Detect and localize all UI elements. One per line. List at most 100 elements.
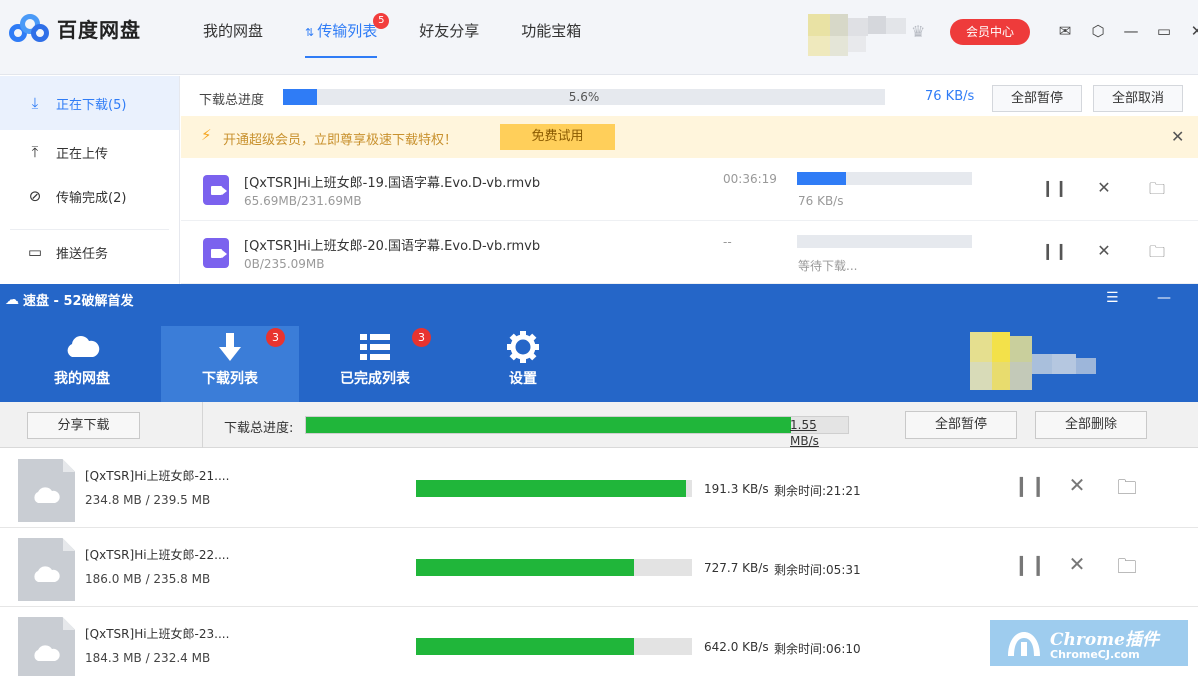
sidebar-divider (10, 218, 169, 230)
total-progress-track: 5.6% (283, 89, 885, 105)
folder-icon[interactable]: 🗀 (1114, 552, 1140, 586)
mail-icon[interactable]: ✉ (1052, 20, 1078, 42)
user-avatar-blurred[interactable] (970, 332, 1098, 390)
file-status: 等待下载... (798, 259, 858, 273)
cancel-icon[interactable]: ✕ (1094, 178, 1114, 197)
total-speed: 76 KB/s (925, 89, 975, 104)
pause-icon[interactable]: ❙❙ (1041, 241, 1068, 260)
minimize-icon[interactable]: — (1157, 290, 1171, 306)
baidu-window: 百度网盘 我的网盘 ⇅传输列表 5 好友分享 功能宝箱 ♛ 会员中心 ✉ ⬡ (0, 0, 1198, 284)
sidebar-item-downloading[interactable]: ⤓ 正在下载(5) (0, 76, 179, 130)
file-progress-fill (416, 480, 687, 497)
file-size: 186.0 MB / 235.8 MB (85, 572, 211, 586)
baidu-download-panel: 下载总进度 5.6% 76 KB/s 全部暂停 全部取消 ⚡ 开通超级会员，立即… (181, 76, 1198, 284)
baidu-nav: 我的网盘 ⇅ 传输列表 5 好友分享 功能宝箱 (203, 0, 623, 62)
cancel-icon[interactable]: ✕ (1064, 473, 1090, 497)
cloud-outline-icon: ☁ (5, 291, 19, 308)
pause-icon[interactable]: ❙❙ (1013, 473, 1047, 497)
tab-download-list[interactable]: 下载列表 3 (161, 326, 299, 402)
file-speed: 642.0 KB/s (704, 640, 769, 654)
delete-all-button[interactable]: 全部删除 (1035, 411, 1147, 439)
cancel-all-button[interactable]: 全部取消 (1093, 85, 1183, 112)
remaining-time: 剩余时间:21:21 (774, 484, 861, 498)
vip-crown-icon: ♛ (911, 22, 926, 41)
chromecj-watermark: Chrome插件 ChromeCJ.com (990, 620, 1188, 666)
file-speed: 191.3 KB/s (704, 482, 769, 496)
download-row[interactable]: [QxTSR]Hi上班女郎-20.国语字幕.Evo.D-vb.rmvb 0B/2… (181, 221, 1198, 284)
vip-center-button[interactable]: 会员中心 (950, 19, 1030, 45)
transfer-count-badge: 5 (373, 13, 390, 29)
minimize-icon[interactable]: — (1118, 20, 1144, 42)
file-name: [QxTSR]Hi上班女郎-23.... (85, 627, 230, 641)
cloud-icon (34, 566, 60, 582)
folder-icon[interactable]: 🗀 (1147, 178, 1167, 205)
folder-icon[interactable]: 🗀 (1147, 241, 1167, 268)
user-avatar-blurred[interactable] (808, 14, 908, 56)
remaining-time: 剩余时间:05:31 (774, 563, 861, 577)
tab-completed-list[interactable]: 已完成列表 3 (306, 326, 444, 402)
settings-icon[interactable]: ⬡ (1085, 20, 1111, 42)
check-circle-icon: ⊘ (28, 187, 42, 205)
file-name: [QxTSR]Hi上班女郎-19.国语字幕.Evo.D-vb.rmvb (244, 176, 541, 191)
nav-transfer-list-icon: ⇅ (305, 26, 315, 39)
sudisk-toolbar: 分享下载 下载总进度: 1.55 MB/s 全部暂停 全部删除 (0, 402, 1198, 448)
menu-icon[interactable]: ☰ (1106, 290, 1119, 306)
sudisk-header: ☁ 速盘 - 52破解首发 ☰ — 我的网盘 下载列表 3 已完成列表 3 设置 (0, 284, 1198, 402)
tab-settings[interactable]: 设置 (454, 326, 592, 402)
cloud-icon (34, 645, 60, 661)
vip-promo-banner: ⚡ 开通超级会员，立即尊享极速下载特权！ 免费试用 ✕ (181, 116, 1198, 158)
free-trial-button[interactable]: 免费试用 (500, 124, 615, 150)
file-progress-track (797, 172, 972, 185)
share-download-button[interactable]: 分享下载 (27, 412, 140, 439)
remaining-time: -- (723, 235, 732, 249)
download-row[interactable]: [QxTSR]Hi上班女郎-19.国语字幕.Evo.D-vb.rmvb 65.6… (181, 158, 1198, 221)
nav-transfer-list[interactable]: ⇅ 传输列表 5 (305, 0, 390, 62)
sudisk-window: ☁ 速盘 - 52破解首发 ☰ — 我的网盘 下载列表 3 已完成列表 3 设置… (0, 284, 1198, 676)
file-size: 0B/235.09MB (244, 257, 325, 271)
download-count-badge: 3 (266, 328, 285, 347)
nav-my-netdisk[interactable]: 我的网盘 (203, 0, 263, 62)
file-progress-track (797, 235, 972, 248)
file-name: [QxTSR]Hi上班女郎-22.... (85, 548, 230, 562)
download-row[interactable]: [QxTSR]Hi上班女郎-21.... 234.8 MB / 239.5 MB… (0, 449, 1198, 528)
file-progress-fill (416, 559, 635, 576)
video-file-icon (203, 238, 229, 268)
close-icon[interactable]: ✕ (1184, 20, 1198, 42)
toolbar-divider (202, 402, 203, 448)
sidebar-item-uploading[interactable]: ⤒ 正在上传 (0, 130, 179, 174)
total-progress-percent: 5.6% (568, 90, 600, 104)
pause-icon[interactable]: ❙❙ (1041, 178, 1068, 197)
sidebar-item-completed[interactable]: ⊘ 传输完成(2) (0, 174, 179, 218)
pause-all-button[interactable]: 全部暂停 (992, 85, 1082, 112)
download-icon: ⤓ (31, 94, 39, 112)
cloud-icon (34, 487, 60, 503)
pause-icon[interactable]: ❙❙ (1013, 552, 1047, 576)
download-row[interactable]: [QxTSR]Hi上班女郎-22.... 186.0 MB / 235.8 MB… (0, 528, 1198, 607)
folder-icon[interactable]: 🗀 (1114, 473, 1140, 507)
sudisk-title: ☁ 速盘 - 52破解首发 (5, 291, 134, 310)
gear-icon (454, 326, 592, 368)
file-progress-track (416, 638, 692, 655)
lightning-icon: ⚡ (201, 126, 212, 144)
total-progress-track: 1.55 MB/s (305, 416, 849, 448)
baidu-sidebar: ⤓ 正在下载(5) ⤒ 正在上传 ⊘ 传输完成(2) ▭ 推送任务 (0, 76, 180, 284)
pause-all-button[interactable]: 全部暂停 (905, 411, 1017, 439)
promo-close-icon[interactable]: ✕ (1171, 127, 1184, 146)
total-progress-fill (306, 417, 792, 433)
file-progress-fill (797, 172, 846, 185)
watermark-logo-icon (1008, 632, 1040, 656)
baidu-logo-text: 百度网盘 (57, 17, 141, 42)
baidu-logo[interactable]: 百度网盘 (9, 12, 141, 44)
baidu-cloud-logo-icon (9, 12, 51, 44)
total-speed: 1.55 MB/s (790, 418, 819, 448)
nav-toolbox[interactable]: 功能宝箱 (521, 0, 581, 62)
monitor-icon: ▭ (27, 243, 43, 261)
cancel-icon[interactable]: ✕ (1094, 241, 1114, 260)
cancel-icon[interactable]: ✕ (1064, 552, 1090, 576)
file-progress-fill (416, 638, 635, 655)
nav-friend-share[interactable]: 好友分享 (419, 0, 479, 62)
tab-my-netdisk[interactable]: 我的网盘 (13, 326, 151, 402)
maximize-icon[interactable]: ▭ (1151, 20, 1177, 42)
sidebar-item-push-tasks[interactable]: ▭ 推送任务 (0, 230, 179, 274)
file-name: [QxTSR]Hi上班女郎-20.国语字幕.Evo.D-vb.rmvb (244, 239, 541, 254)
